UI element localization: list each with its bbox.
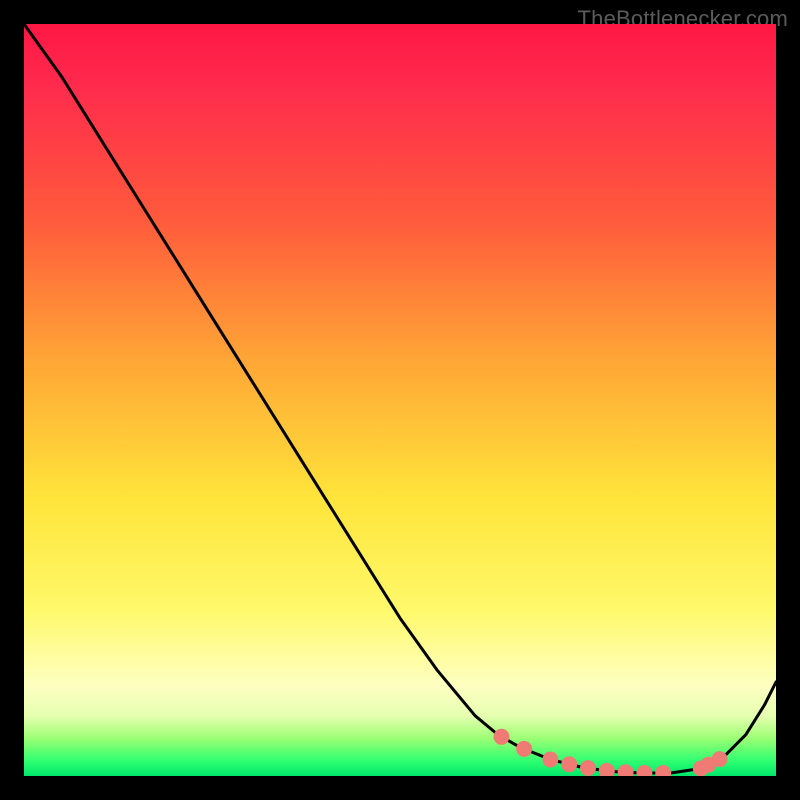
- curve-layer: [24, 24, 776, 776]
- plot-area: [24, 24, 776, 776]
- curve-marker: [655, 765, 671, 776]
- curve-marker: [561, 756, 577, 772]
- curve-marker: [494, 729, 510, 745]
- curve-marker: [542, 752, 558, 768]
- main-curve: [24, 24, 776, 773]
- curve-marker: [516, 741, 532, 757]
- curve-marker: [599, 763, 615, 776]
- chart-frame: TheBottlenecker.com: [0, 0, 800, 800]
- curve-marker: [712, 751, 728, 767]
- curve-marker: [636, 765, 652, 776]
- curve-marker: [580, 760, 596, 776]
- curve-marker: [618, 764, 634, 776]
